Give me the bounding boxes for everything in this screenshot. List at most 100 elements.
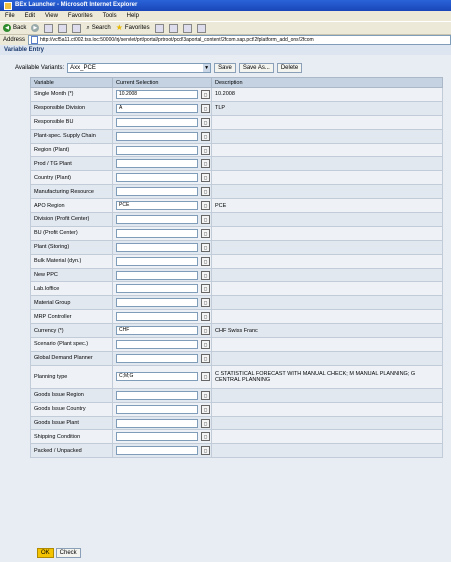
history-icon[interactable] xyxy=(154,23,164,33)
value-help-icon[interactable]: ▢ xyxy=(201,446,210,456)
description-cell xyxy=(211,156,443,172)
value-help-icon[interactable]: ▢ xyxy=(201,201,210,211)
value-help-icon[interactable]: ▢ xyxy=(201,390,210,400)
menu-tools[interactable]: Tools xyxy=(103,11,117,21)
value-help-icon[interactable]: ▢ xyxy=(201,270,210,280)
selection-input[interactable] xyxy=(116,214,198,224)
back-button[interactable]: ◀ Back xyxy=(3,24,26,32)
table-row: Planning type C;M;G ▢ C STATISTICAL FORECAS… xyxy=(30,364,443,389)
menu-file[interactable]: File xyxy=(5,11,15,21)
delete-button[interactable]: Delete xyxy=(276,63,303,73)
selection-input[interactable]: CHF xyxy=(116,326,198,336)
value-help-icon[interactable]: ▢ xyxy=(201,214,210,224)
selection-input[interactable]: PCE xyxy=(116,201,198,211)
chevron-down-icon[interactable]: ▼ xyxy=(203,64,211,72)
search-button[interactable]: ⌕ Search xyxy=(86,25,110,32)
selection-input[interactable] xyxy=(116,131,198,141)
value-help-icon[interactable]: ▢ xyxy=(201,131,210,141)
selection-input[interactable] xyxy=(116,298,198,308)
edit-icon[interactable] xyxy=(196,23,206,33)
selection-input[interactable] xyxy=(116,446,198,456)
value-help-icon[interactable]: ▢ xyxy=(201,187,210,197)
selection-input[interactable] xyxy=(116,418,198,428)
value-help-icon[interactable]: ▢ xyxy=(201,298,210,308)
selection-input[interactable] xyxy=(116,117,198,127)
table-row: Shipping Condition ▢ xyxy=(30,429,443,445)
variable-name: Plant (Storing) xyxy=(30,239,113,255)
selection-input[interactable] xyxy=(116,339,198,349)
variable-name: Bulk Material (dyn.) xyxy=(30,253,113,269)
selection-input[interactable] xyxy=(116,159,198,169)
selection-input[interactable] xyxy=(116,270,198,280)
print-icon[interactable] xyxy=(182,23,192,33)
description-cell xyxy=(211,212,443,227)
value-help-icon[interactable]: ▢ xyxy=(201,103,210,113)
table-row: Responsible Division A ▢ TLP xyxy=(30,100,443,116)
check-button[interactable]: Check xyxy=(55,548,81,558)
table-row: MRP Controller ▢ xyxy=(30,309,443,325)
stop-icon[interactable] xyxy=(44,23,54,33)
value-help-icon[interactable]: ▢ xyxy=(201,404,210,414)
forward-arrow-icon[interactable]: ▶ xyxy=(31,24,40,32)
description-cell xyxy=(211,239,443,255)
mail-icon[interactable] xyxy=(168,23,178,33)
value-help-icon[interactable]: ▢ xyxy=(201,326,210,336)
save-as-button[interactable]: Save As... xyxy=(238,63,274,73)
value-help-icon[interactable]: ▢ xyxy=(201,284,210,294)
window-title-bar: BEx Launcher - Microsoft Internet Explor… xyxy=(0,0,451,11)
description-cell xyxy=(211,225,443,241)
selection-input[interactable] xyxy=(116,173,198,183)
selection-input[interactable] xyxy=(116,242,198,252)
selection-input[interactable] xyxy=(116,187,198,197)
variants-dropdown[interactable]: Axx_PCE ▼ xyxy=(67,63,212,73)
selection-input[interactable]: C;M;G xyxy=(116,372,198,382)
selection-input[interactable] xyxy=(116,353,198,363)
variable-name: Country (Plant) xyxy=(30,170,113,186)
selection-input[interactable] xyxy=(116,390,198,400)
value-help-icon[interactable]: ▢ xyxy=(201,432,210,442)
value-help-icon[interactable]: ▢ xyxy=(201,117,210,127)
selection-cell: ▢ xyxy=(112,281,212,297)
value-help-icon[interactable]: ▢ xyxy=(201,242,210,252)
address-input[interactable]: http://vcf5a11.ct002.tss.loc:50000/irj/s… xyxy=(28,35,451,45)
description-cell: 10.2008 xyxy=(211,87,443,102)
table-row: Scenario (Plant spec.) ▢ xyxy=(30,337,443,352)
value-help-icon[interactable]: ▢ xyxy=(201,89,210,99)
description-cell xyxy=(211,253,443,269)
refresh-icon[interactable] xyxy=(58,23,68,33)
table-row: Currency (*) CHF ▢ CHF Swiss Franc xyxy=(30,323,443,339)
variable-name: BU (Profit Center) xyxy=(30,225,113,241)
save-button[interactable]: Save xyxy=(214,63,236,73)
menu-favorites[interactable]: Favorites xyxy=(68,11,93,21)
menu-edit[interactable]: Edit xyxy=(25,11,35,21)
variable-name: Scenario (Plant spec.) xyxy=(30,337,113,352)
value-help-icon[interactable]: ▢ xyxy=(201,372,210,382)
ok-button[interactable]: OK xyxy=(37,548,54,558)
value-help-icon[interactable]: ▢ xyxy=(201,312,210,322)
selection-input[interactable] xyxy=(116,145,198,155)
value-help-icon[interactable]: ▢ xyxy=(201,145,210,155)
menu-view[interactable]: View xyxy=(45,11,58,21)
selection-input[interactable] xyxy=(116,404,198,414)
value-help-icon[interactable]: ▢ xyxy=(201,159,210,169)
selection-input[interactable] xyxy=(116,284,198,294)
address-bar: Address http://vcf5a11.ct002.tss.loc:500… xyxy=(0,34,451,45)
value-help-icon[interactable]: ▢ xyxy=(201,353,210,363)
variable-name: New PPC xyxy=(30,267,113,283)
selection-input[interactable]: 10.2008 xyxy=(116,89,198,99)
description-cell xyxy=(211,184,443,200)
selection-input[interactable] xyxy=(116,256,198,266)
value-help-icon[interactable]: ▢ xyxy=(201,256,210,266)
selection-input[interactable]: A xyxy=(116,103,198,113)
value-help-icon[interactable]: ▢ xyxy=(201,228,210,238)
value-help-icon[interactable]: ▢ xyxy=(201,418,210,428)
value-help-icon[interactable]: ▢ xyxy=(201,173,210,183)
selection-input[interactable] xyxy=(116,312,198,322)
favorites-button[interactable]: ★ Favorites xyxy=(116,24,150,32)
menu-help[interactable]: Help xyxy=(127,11,139,21)
selection-input[interactable] xyxy=(116,432,198,442)
selection-input[interactable] xyxy=(116,228,198,238)
variants-label: Available Variants: xyxy=(15,65,65,71)
value-help-icon[interactable]: ▢ xyxy=(201,339,210,349)
home-icon[interactable] xyxy=(72,23,82,33)
